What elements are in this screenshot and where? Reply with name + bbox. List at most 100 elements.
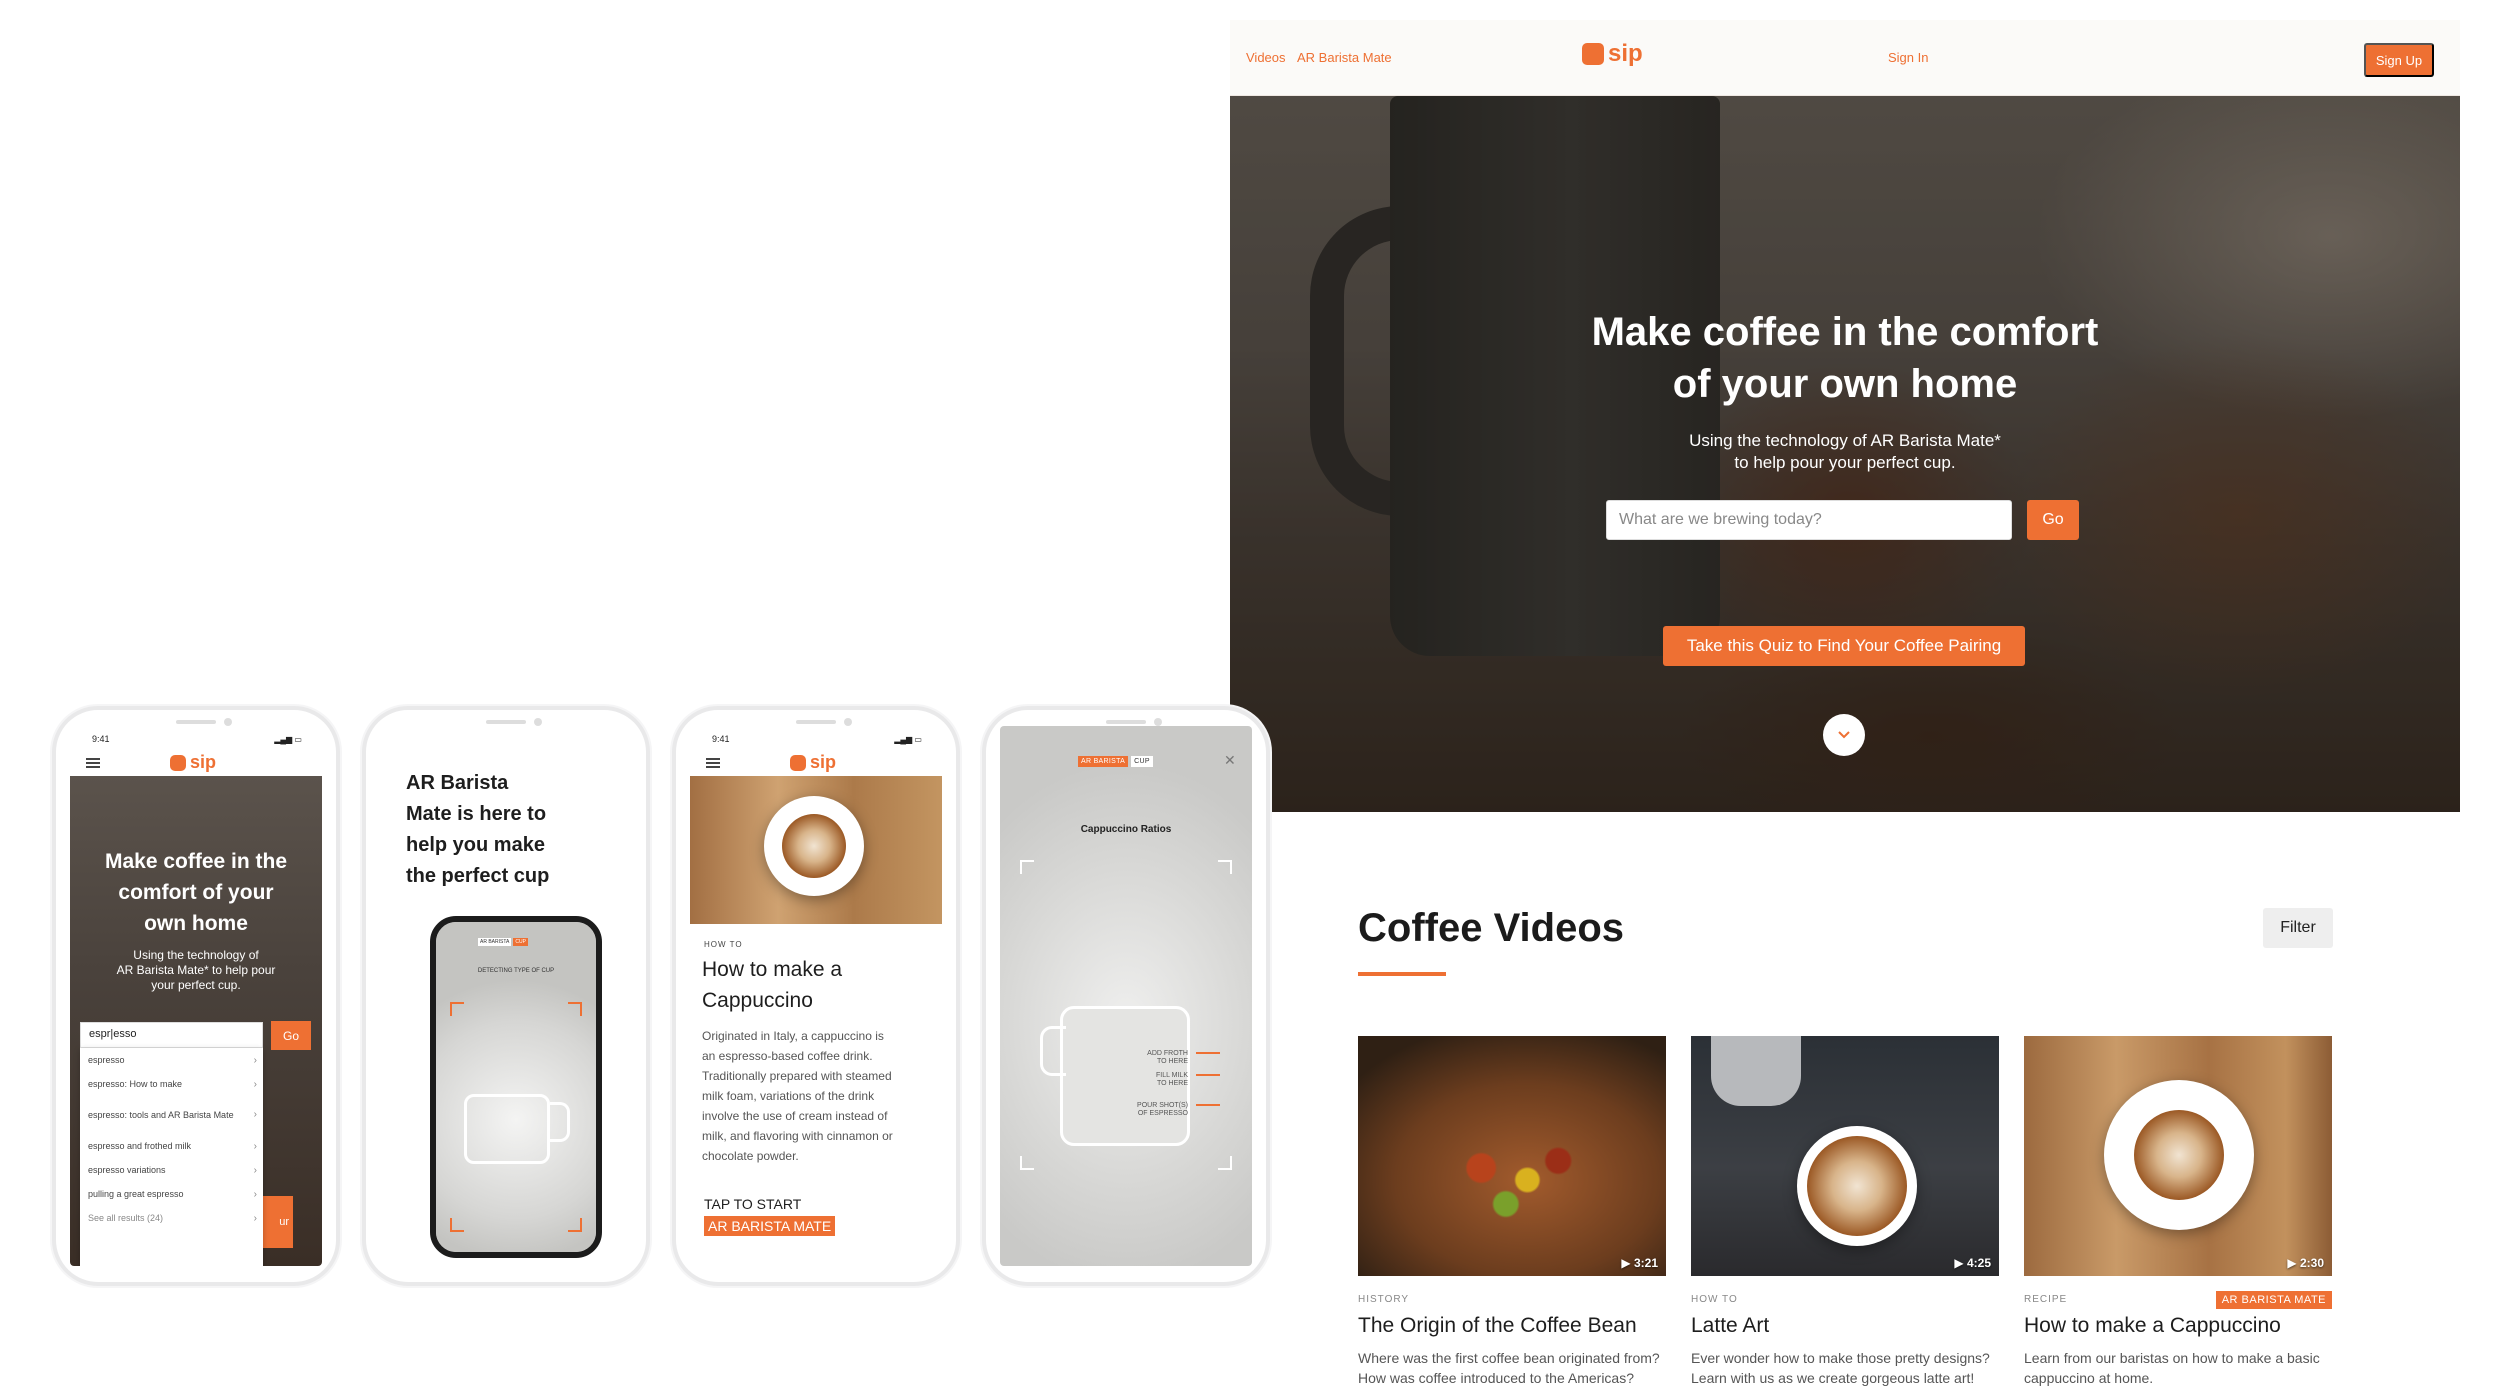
logo-text: sip: [190, 752, 217, 772]
ar-tags: AR BARISTA CUP: [478, 938, 528, 946]
ar-barista-mate-button[interactable]: AR BARISTA MATE: [704, 1216, 836, 1236]
suggestion-item[interactable]: espresso: [80, 1048, 263, 1072]
phone-ar-ratios: AR BARISTA CUP ✕ Cappuccino Ratios ADD F…: [982, 706, 1270, 1286]
cappuccino-crema-image: [2134, 1110, 2224, 1200]
ratio-title: Cappuccino Ratios: [1080, 824, 1172, 835]
scan-corner: [568, 1002, 582, 1016]
scan-corner: [450, 1218, 464, 1232]
video-thumbnail[interactable]: ▶ 4:25: [1691, 1036, 1999, 1276]
see-all-results[interactable]: See all results (24): [80, 1206, 263, 1230]
detecting-label: DETECTING TYPE OF CUP: [477, 968, 555, 974]
suggestion-item[interactable]: espresso: How to make: [80, 1072, 263, 1096]
filter-button[interactable]: Filter: [2263, 908, 2333, 948]
search-input[interactable]: [1606, 500, 2012, 540]
cup-handle-outline: [550, 1102, 570, 1142]
guide-froth: ADD FROTH TO HERE: [1147, 1050, 1188, 1065]
cup-handle-outline: [1040, 1026, 1066, 1076]
cappuccino-image: [690, 776, 942, 924]
video-title[interactable]: How to make a Cappuccino: [2024, 1314, 2332, 1338]
suggestion-item[interactable]: espresso and frothed milk: [80, 1134, 263, 1158]
video-card[interactable]: ▶ 3:21 HISTORY The Origin of the Coffee …: [1358, 1036, 1666, 1388]
scan-corner: [450, 1002, 464, 1016]
hero-section: Make coffee in the comfort of your own hom…: [70, 776, 322, 1266]
ar-tag: AR BARISTA: [478, 938, 512, 946]
ar-camera-view: [1000, 726, 1252, 1266]
hero-section: Make coffee in the comfort of your own ho…: [1230, 96, 2460, 812]
video-duration: ▶ 2:30: [2287, 1256, 2324, 1270]
video-category: HOW TO: [1691, 1294, 1738, 1305]
video-description: Learn from our baristas on how to make a…: [2024, 1350, 2320, 1386]
search-input[interactable]: espr|esso: [80, 1022, 263, 1048]
scan-corner: [1020, 1156, 1034, 1170]
phone-screen: 9:41 ▂▄▆ ▭ sip HOW TO How to make a Cappu…: [690, 726, 942, 1266]
video-category: RECIPE AR BARISTA MATE: [2024, 1291, 2332, 1309]
scan-corner: [1218, 860, 1232, 874]
video-title[interactable]: The Origin of the Coffee Bean: [1358, 1314, 1666, 1338]
title-underline: [1358, 972, 1446, 976]
nav-link-videos[interactable]: Videos: [1246, 50, 1286, 65]
go-button[interactable]: Go: [271, 1021, 311, 1050]
article-category: HOW TO: [704, 940, 743, 949]
tap-to-start-label[interactable]: TAP TO START: [704, 1196, 801, 1212]
sign-in-link[interactable]: Sign In: [1888, 50, 1928, 65]
quiz-button[interactable]: Take this Quiz to Find Your Coffee Pairi…: [1663, 626, 2025, 666]
cup-icon: [170, 754, 186, 771]
latte-art-image: [1807, 1136, 1907, 1236]
top-nav: Videos AR Barista Mate sip Sign In Sign …: [1230, 20, 2460, 96]
guide-milk: FILL MILK TO HERE: [1155, 1072, 1188, 1087]
article-title: How to make a Cappuccino: [702, 958, 843, 1012]
hamburger-menu-icon[interactable]: [706, 758, 720, 768]
crema-image: [782, 814, 846, 878]
scan-corner: [568, 1218, 582, 1232]
phone-article: 9:41 ▂▄▆ ▭ sip HOW TO How to make a Cappu…: [672, 706, 960, 1286]
suggestion-item[interactable]: espresso variations: [80, 1158, 263, 1182]
guide-espresso: POUR SHOT(S) OF ESPRESSO: [1137, 1102, 1188, 1117]
video-category: HISTORY: [1358, 1294, 1410, 1305]
cup-tag: CUP: [1131, 756, 1153, 767]
scan-corner: [1020, 860, 1034, 874]
phone-home-search: 9:41 ▂▄▆ ▭ sip Make coffee in the comfort…: [52, 706, 340, 1286]
guide-line: [1196, 1104, 1220, 1106]
phone-screen: AR Barista Mate is here to help you make th…: [380, 726, 632, 1266]
hero-headline: Make coffee in the comfort of your own ho…: [1591, 310, 2099, 406]
quiz-button-partial[interactable]: ur: [263, 1196, 293, 1248]
video-duration: ▶ 3:21: [1621, 1256, 1658, 1270]
phone-ar-intro: AR Barista Mate is here to help you make th…: [362, 706, 650, 1286]
hamburger-menu-icon[interactable]: [86, 758, 100, 768]
video-description: Ever wonder how to make those pretty des…: [1691, 1350, 1990, 1386]
phone-screen: AR BARISTA CUP ✕ Cappuccino Ratios ADD F…: [1000, 726, 1252, 1266]
cup-outline-icon: [464, 1094, 550, 1164]
nav-link-ar-barista-mate[interactable]: AR Barista Mate: [1297, 50, 1392, 65]
search-suggestions: espresso espresso: How to make espresso:…: [80, 1048, 263, 1266]
video-duration: ▶ 4:25: [1954, 1256, 1991, 1270]
close-icon[interactable]: ✕: [1224, 752, 1236, 769]
cup-icon: [1582, 43, 1604, 65]
section-title: Coffee Videos: [1358, 906, 1624, 950]
video-card[interactable]: ▶ 4:25 HOW TO Latte Art Ever wonder how …: [1691, 1036, 1999, 1388]
video-thumbnail[interactable]: ▶ 2:30: [2024, 1036, 2332, 1276]
ar-badge[interactable]: AR BARISTA MATE: [2215, 1291, 2332, 1309]
ar-tags: AR BARISTA CUP: [1078, 756, 1153, 767]
signal-battery-icon: ▂▄▆ ▭: [894, 735, 922, 744]
article-body: Originated in Italy, a cappuccino is an e…: [702, 1029, 893, 1163]
logo-text: sip: [1608, 40, 1643, 67]
logo[interactable]: sip: [170, 752, 216, 773]
scan-corner: [1218, 1156, 1232, 1170]
go-button[interactable]: Go: [2027, 500, 2079, 540]
video-card[interactable]: ▶ 2:30 RECIPE AR BARISTA MATE How to make…: [2024, 1036, 2332, 1388]
sign-up-button[interactable]: Sign Up: [2364, 43, 2434, 77]
phone-illustration: AR BARISTA CUP DETECTING TYPE OF CUP: [430, 916, 602, 1258]
logo[interactable]: sip: [790, 752, 836, 773]
logo[interactable]: sip: [1582, 40, 1643, 68]
desktop-page: Videos AR Barista Mate sip Sign In Sign …: [1230, 20, 2460, 1386]
ar-tag: AR BARISTA: [1078, 756, 1129, 767]
video-title[interactable]: Latte Art: [1691, 1314, 1999, 1338]
milk-pitcher-image: [1711, 1036, 1801, 1106]
suggestion-item[interactable]: espresso: tools and AR Barista Mate: [80, 1096, 263, 1134]
chevron-down-icon[interactable]: [1823, 714, 1865, 756]
suggestion-item[interactable]: pulling a great espresso: [80, 1182, 263, 1206]
hero-headline: Make coffee in the comfort of your own hom…: [104, 850, 288, 935]
status-time: 9:41: [712, 734, 730, 744]
status-time: 9:41: [92, 734, 110, 744]
video-thumbnail[interactable]: ▶ 3:21: [1358, 1036, 1666, 1276]
